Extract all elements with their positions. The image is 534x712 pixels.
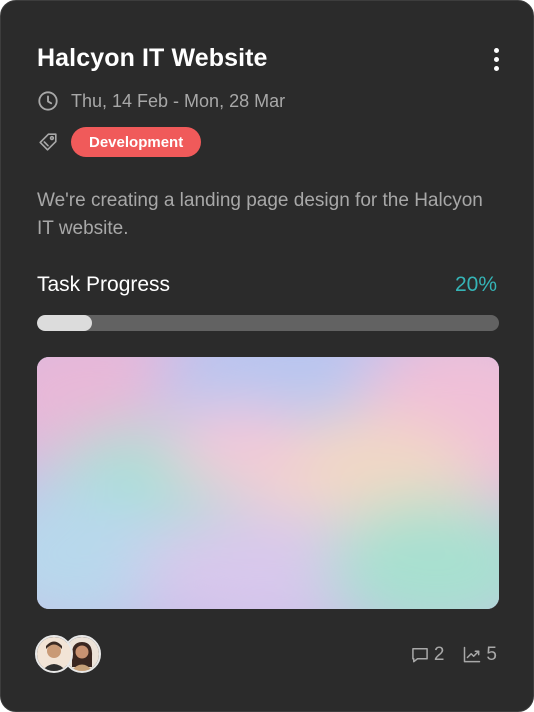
more-vertical-icon-dot — [494, 66, 499, 71]
card-description: We're creating a landing page design for… — [37, 190, 483, 239]
date-range-row: Thu, 14 Feb - Mon, 28 Mar — [37, 89, 285, 113]
comments-count-value: 2 — [433, 644, 445, 665]
date-range: Thu, 14 Feb - Mon, 28 Mar — [71, 90, 286, 111]
project-card[interactable]: Halcyon IT Website Thu, 14 Feb - Mon, 28… — [0, 0, 534, 712]
progress-bar-fill — [37, 315, 93, 331]
avatar[interactable] — [35, 635, 73, 673]
activity-count[interactable]: 5 — [462, 644, 497, 666]
trending-up-icon — [464, 646, 481, 663]
progress-percentage: 20% — [454, 273, 497, 296]
holographic-gradient-image — [37, 357, 499, 609]
comment-icon — [412, 648, 428, 663]
progress-label: Task Progress — [37, 273, 171, 296]
more-options-button[interactable] — [485, 45, 509, 75]
more-vertical-icon-dot — [494, 57, 499, 62]
card-title: Halcyon IT Website — [37, 44, 268, 72]
cover-image[interactable] — [37, 357, 499, 609]
tag-row: Development — [37, 127, 202, 157]
category-badge[interactable]: Development — [71, 127, 202, 157]
tag-icon — [39, 133, 57, 151]
card-stats: 2 5 — [392, 643, 497, 667]
more-vertical-icon — [494, 48, 499, 53]
progress-bar — [37, 315, 499, 331]
comments-count[interactable]: 2 — [410, 644, 445, 666]
clock-icon — [38, 91, 58, 111]
activity-count-value: 5 — [486, 644, 497, 665]
